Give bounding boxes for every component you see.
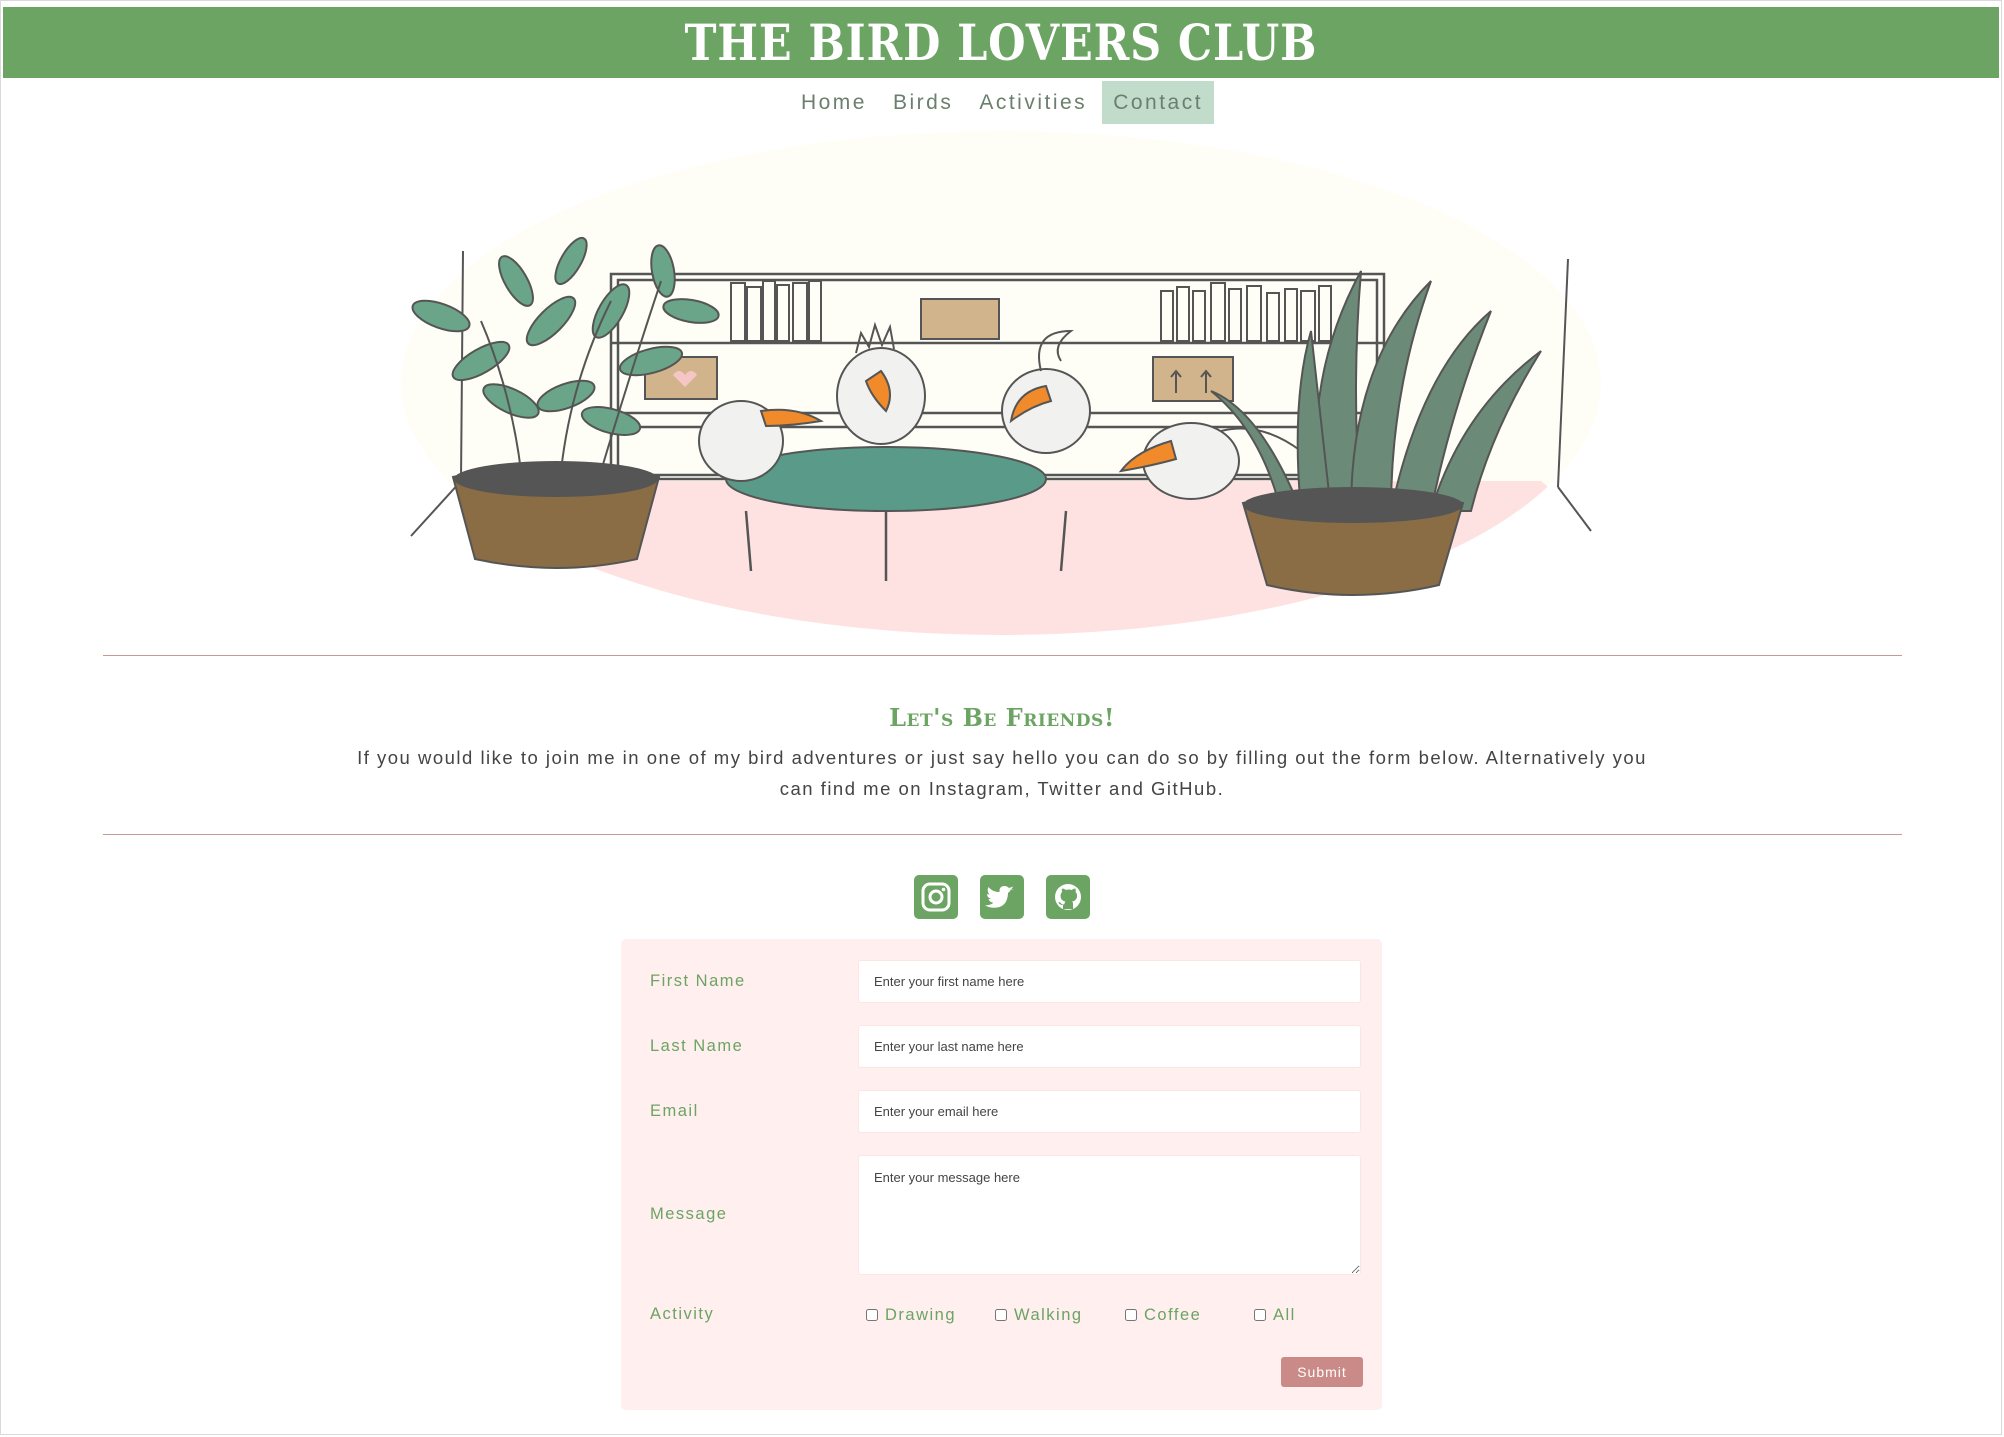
message-textarea[interactable] bbox=[858, 1155, 1361, 1275]
coffee-checkbox[interactable] bbox=[1125, 1309, 1137, 1321]
instagram-icon[interactable] bbox=[914, 875, 958, 919]
all-checkbox[interactable] bbox=[1254, 1309, 1266, 1321]
message-label: Message bbox=[650, 1205, 728, 1223]
last-name-label: Last Name bbox=[650, 1037, 744, 1055]
email-input[interactable] bbox=[858, 1090, 1361, 1133]
email-label: Email bbox=[650, 1102, 699, 1120]
site-title: THE BIRD LOVERS CLUB bbox=[684, 13, 1318, 72]
twitter-icon[interactable] bbox=[980, 875, 1024, 919]
activity-option-all[interactable]: All bbox=[1254, 1306, 1296, 1325]
activity-option-drawing[interactable]: Drawing bbox=[866, 1306, 956, 1325]
drawing-label: Drawing bbox=[885, 1306, 957, 1324]
contact-form: First Name Last Name Email Message Activ… bbox=[621, 939, 1382, 1410]
coffee-label: Coffee bbox=[1144, 1306, 1202, 1324]
section-title: Let's Be Friends! bbox=[889, 702, 1115, 732]
first-name-input[interactable] bbox=[858, 960, 1361, 1003]
activity-option-coffee[interactable]: Coffee bbox=[1125, 1306, 1201, 1325]
walking-label: Walking bbox=[1014, 1306, 1083, 1324]
divider-bottom bbox=[103, 834, 1902, 835]
social-links bbox=[914, 875, 1112, 919]
intro-text: If you would like to join me in one of m… bbox=[357, 746, 1647, 799]
nav-birds[interactable]: Birds bbox=[882, 81, 964, 124]
nav-contact[interactable]: Contact bbox=[1102, 81, 1215, 124]
site-header: THE BIRD LOVERS CLUB bbox=[3, 7, 1999, 78]
last-name-input[interactable] bbox=[858, 1025, 1361, 1068]
first-name-label: First Name bbox=[650, 972, 746, 990]
drawing-checkbox[interactable] bbox=[866, 1309, 878, 1321]
activity-option-walking[interactable]: Walking bbox=[995, 1306, 1083, 1325]
all-label: All bbox=[1273, 1306, 1296, 1324]
main-nav: Home Birds Activities Contact bbox=[1, 81, 2003, 127]
nav-home[interactable]: Home bbox=[790, 81, 878, 124]
submit-button[interactable]: Submit bbox=[1281, 1357, 1363, 1387]
walking-checkbox[interactable] bbox=[995, 1309, 1007, 1321]
page: THE BIRD LOVERS CLUB Home Birds Activiti… bbox=[0, 0, 2002, 1435]
nav-activities[interactable]: Activities bbox=[968, 81, 1098, 124]
activity-label: Activity bbox=[650, 1305, 715, 1323]
hero-illustration bbox=[401, 131, 1601, 635]
github-icon[interactable] bbox=[1046, 875, 1090, 919]
divider-top bbox=[103, 655, 1902, 656]
